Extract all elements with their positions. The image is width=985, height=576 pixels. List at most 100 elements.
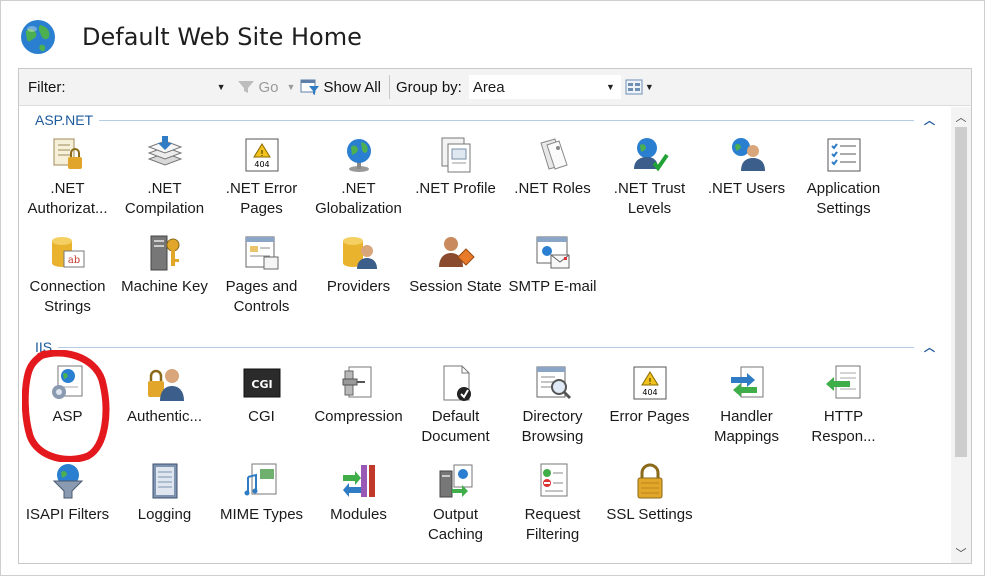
feature-label: MIME Types — [219, 506, 304, 523]
features-view: ASP.NET ︿ IIS ︿ .NET Authorizat... .NET … — [19, 107, 951, 563]
feature-label: Application Settings — [806, 180, 881, 217]
show-all-label: Show All — [323, 78, 381, 96]
feature-http-response[interactable]: HTTP Respon... — [795, 363, 892, 447]
feature-smtp-email[interactable]: SMTP E-mail — [504, 233, 601, 297]
feature-default-document[interactable]: Default Document — [407, 363, 504, 447]
scroll-down-icon[interactable]: ﹀ — [951, 545, 971, 561]
feature-request-filtering[interactable]: Request Filtering — [504, 461, 601, 545]
feature-pages-and-controls[interactable]: Pages and Controls — [213, 233, 310, 317]
vertical-scrollbar[interactable]: ︿ ﹀ — [951, 107, 971, 563]
modules-icon — [342, 465, 375, 497]
net-trust-levels-icon — [633, 138, 669, 172]
feature-label: Logging — [137, 506, 192, 523]
feature-machine-key[interactable]: Machine Key — [116, 233, 213, 297]
filter-input[interactable]: ▼ — [72, 75, 226, 99]
group-by-value: Area — [472, 78, 505, 96]
feature-error-pages[interactable]: ! 404 Error Pages — [601, 363, 698, 427]
filter-label: Filter: — [28, 78, 66, 96]
svg-text:404: 404 — [254, 160, 269, 169]
view-button[interactable]: ▼ — [625, 79, 654, 95]
feature-logging[interactable]: Logging — [116, 461, 213, 525]
feature-label: Default Document — [421, 408, 490, 445]
application-settings-icon — [827, 138, 860, 172]
scrollbar-thumb[interactable] — [955, 127, 967, 457]
page-title: Default Web Site Home — [82, 23, 362, 51]
feature-label: Providers — [326, 278, 391, 295]
feature-connection-strings[interactable]: ab Connection Strings — [19, 233, 116, 317]
go-button[interactable]: Go ▼ — [236, 79, 296, 96]
feature-modules[interactable]: Modules — [310, 461, 407, 525]
feature-cgi[interactable]: CGI CGI — [213, 363, 310, 427]
feature-label: SMTP E-mail — [508, 278, 597, 295]
feature-output-caching[interactable]: Output Caching — [407, 461, 504, 545]
feature-application-settings[interactable]: Application Settings — [795, 135, 892, 219]
svg-text:404: 404 — [642, 388, 657, 397]
feature-net-roles[interactable]: .NET Roles — [504, 135, 601, 199]
view-icon — [625, 79, 643, 95]
feature-label: ISAPI Filters — [25, 506, 110, 523]
authentication-icon — [147, 369, 184, 401]
logging-icon — [152, 463, 177, 499]
group-by-select[interactable]: Area ▼ — [468, 75, 621, 99]
feature-label: SSL Settings — [606, 506, 693, 523]
show-all-icon — [300, 79, 320, 95]
pages-and-controls-icon — [245, 236, 278, 270]
feature-session-state[interactable]: Session State — [407, 233, 504, 297]
feature-label: Modules — [330, 506, 387, 523]
feature-label: Connection Strings — [29, 278, 106, 315]
net-globalization-icon — [346, 139, 371, 172]
chevron-down-icon[interactable]: ▼ — [645, 82, 654, 92]
net-error-pages-icon: ! 404 — [245, 138, 278, 172]
feature-net-compilation[interactable]: .NET Compilation — [116, 135, 213, 219]
chevron-down-icon[interactable]: ▼ — [287, 82, 296, 92]
group-header-iis[interactable]: IIS ︿ — [35, 339, 935, 355]
feature-ssl-settings[interactable]: SSL Settings — [601, 461, 698, 525]
net-roles-icon — [539, 138, 568, 170]
show-all-button[interactable]: Show All — [299, 78, 381, 96]
net-authorization-icon — [53, 138, 82, 169]
feature-net-users[interactable]: .NET Users — [698, 135, 795, 199]
toolbar-separator — [388, 75, 390, 99]
mime-types-icon — [244, 463, 276, 496]
feature-handler-mappings[interactable]: Handler Mappings — [698, 363, 795, 447]
chevron-down-icon[interactable]: ▼ — [217, 82, 226, 92]
feature-net-globalization[interactable]: .NET Globalization — [310, 135, 407, 219]
feature-compression[interactable]: Compression — [310, 363, 407, 427]
compression-icon — [342, 366, 371, 398]
group-title: ASP.NET — [35, 112, 94, 128]
toolbar: Filter: ▼ Go ▼ Show All Group by: Area ▼ — [19, 69, 971, 106]
feature-directory-browsing[interactable]: Directory Browsing — [504, 363, 601, 447]
feature-label: .NET Authorizat... — [27, 180, 108, 217]
svg-text:!: ! — [260, 149, 263, 158]
feature-net-error-pages[interactable]: ! 404 .NET Error Pages — [213, 135, 310, 219]
collapse-icon[interactable]: ︿ — [924, 112, 935, 128]
feature-net-trust-levels[interactable]: .NET Trust Levels — [601, 135, 698, 219]
chevron-down-icon[interactable]: ▼ — [606, 82, 615, 92]
highlight-annotation — [22, 350, 110, 462]
group-divider — [58, 346, 914, 348]
svg-text:CGI: CGI — [251, 378, 272, 391]
feature-label: Request Filtering — [524, 506, 581, 543]
feature-label: CGI — [248, 408, 275, 425]
feature-isapi-filters[interactable]: ISAPI Filters — [19, 461, 116, 525]
scroll-up-icon[interactable]: ︿ — [951, 109, 971, 125]
request-filtering-icon — [540, 463, 567, 497]
feature-label: .NET Trust Levels — [613, 180, 686, 217]
group-header-aspnet[interactable]: ASP.NET ︿ — [35, 112, 935, 128]
feature-label: .NET Globalization — [315, 180, 402, 217]
features-panel: Filter: ▼ Go ▼ Show All Group by: Area ▼ — [18, 68, 972, 564]
feature-net-profile[interactable]: .NET Profile — [407, 135, 504, 199]
lock-icon — [637, 463, 662, 499]
feature-label: .NET Compilation — [124, 180, 205, 217]
feature-label: Compression — [314, 408, 403, 425]
group-divider — [99, 119, 914, 121]
http-response-icon — [825, 365, 860, 399]
feature-label: Authentic... — [126, 408, 203, 425]
feature-label: .NET Error Pages — [225, 180, 298, 217]
collapse-icon[interactable]: ︿ — [924, 339, 935, 355]
feature-net-authorization[interactable]: .NET Authorizat... — [19, 135, 116, 219]
error-pages-icon: ! 404 — [633, 366, 666, 400]
feature-authentication[interactable]: Authentic... — [116, 363, 213, 427]
feature-mime-types[interactable]: MIME Types — [213, 461, 310, 525]
feature-providers[interactable]: Providers — [310, 233, 407, 297]
